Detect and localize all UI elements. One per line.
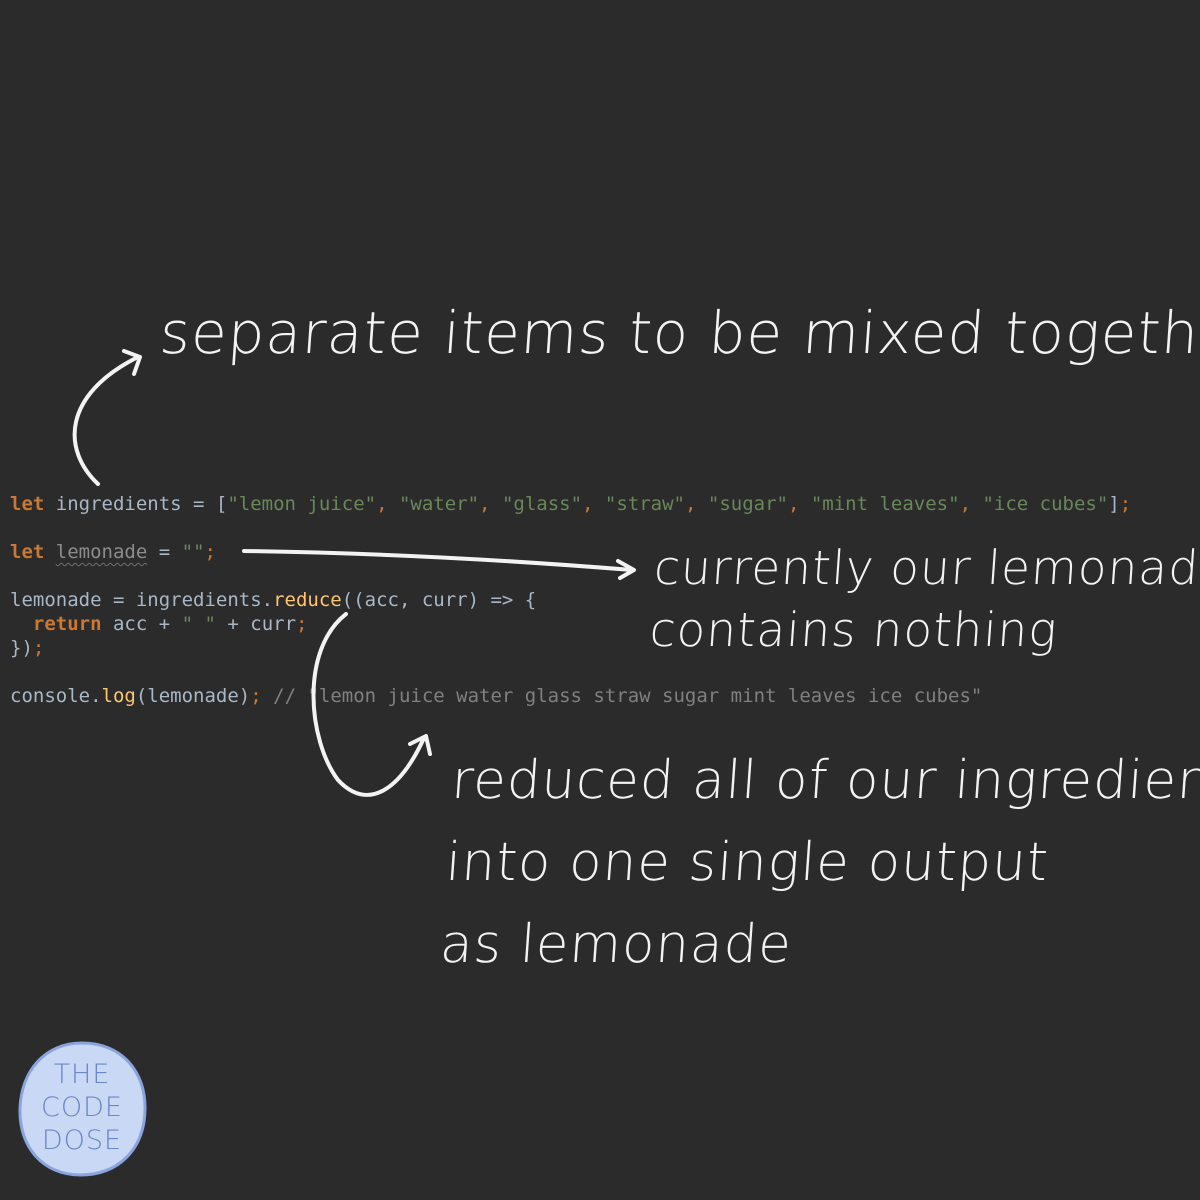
logo-line: DOSE xyxy=(41,1125,123,1156)
arrow-to-reduce-note xyxy=(311,612,426,797)
logo-line: THE xyxy=(53,1059,111,1090)
arrow-to-items-note xyxy=(72,355,140,486)
annotation-arrows xyxy=(72,349,636,797)
logo-text: THE CODE DOSE xyxy=(14,1058,150,1157)
logo-line: CODE xyxy=(41,1092,123,1123)
arrow-to-empty-note xyxy=(242,549,634,572)
